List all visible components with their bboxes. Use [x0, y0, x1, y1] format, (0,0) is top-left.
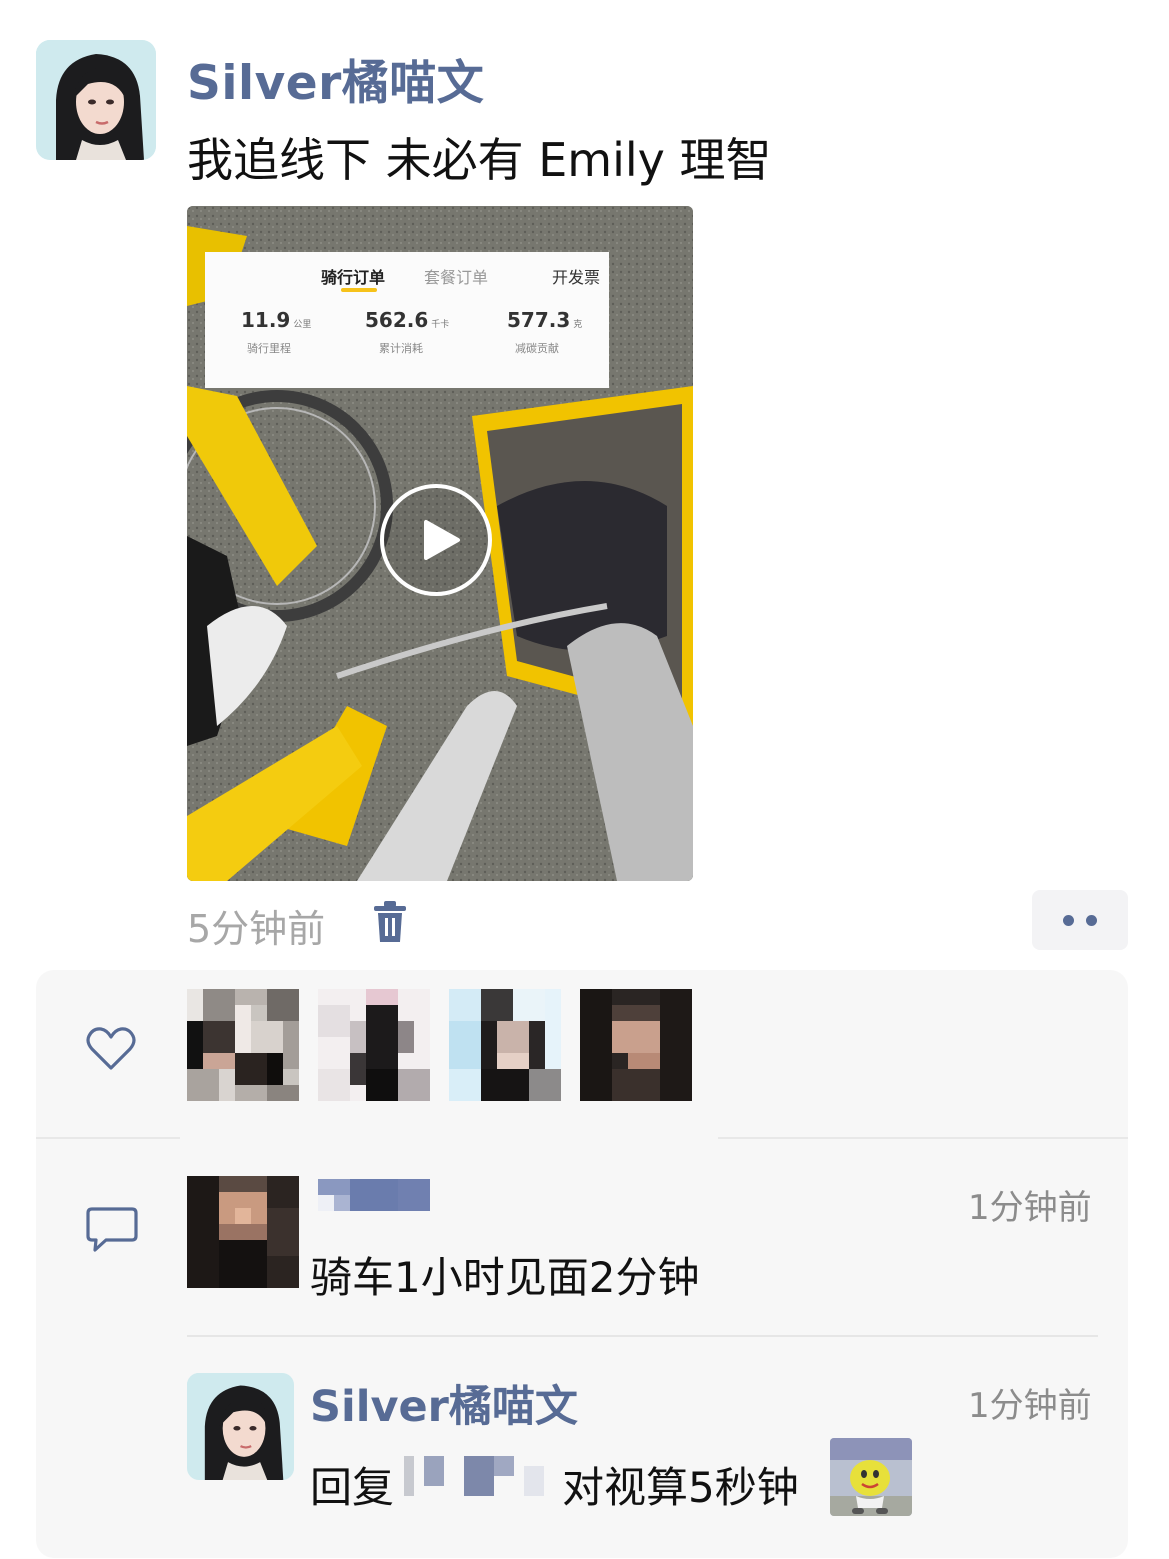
post-text: 我追线下 未必有 Emily 理智: [187, 133, 772, 187]
commenter-name-blurred[interactable]: [318, 1177, 430, 1213]
author-avatar[interactable]: [36, 40, 156, 160]
stat-carbon-value: 577.3 克: [507, 308, 583, 332]
reply-target-blurred[interactable]: [384, 1454, 564, 1498]
more-button[interactable]: [1032, 890, 1128, 950]
play-button[interactable]: [380, 484, 492, 596]
reply-prefix: 回复: [310, 1463, 395, 1512]
play-icon: [424, 520, 460, 560]
tab-invoice: 开发票: [552, 268, 601, 287]
tab-package-orders: 套餐订单: [424, 268, 489, 287]
comment-divider: [187, 1335, 1098, 1337]
likes-divider-gap: [180, 1137, 718, 1139]
comment-bubble-icon: [86, 1207, 138, 1252]
stat-distance-label: 骑行里程: [247, 342, 291, 355]
reply-author-name[interactable]: Silver橘喵文: [310, 1372, 578, 1434]
tab-ride-orders: 骑行订单: [321, 268, 386, 287]
author-name[interactable]: Silver橘喵文: [187, 44, 484, 113]
comment-text[interactable]: 骑车1小时见面2分钟: [310, 1244, 699, 1305]
stat-distance-value: 11.9 公里: [241, 308, 312, 332]
reply-text[interactable]: 对视算5秒钟: [562, 1454, 799, 1515]
stat-carbon-label: 减碳贡献: [515, 342, 559, 355]
video-thumbnail[interactable]: 骑行订单 套餐订单 开发票 11.9 公里 骑行里程 562.6 千卡 累计消耗 5…: [187, 206, 693, 881]
more-dots-icon: [1063, 915, 1074, 926]
stat-calories-label: 累计消耗: [379, 342, 423, 355]
stat-calories-value: 562.6 千卡: [365, 308, 450, 332]
liker-avatar-3[interactable]: [449, 989, 561, 1101]
tab-underline: [341, 288, 377, 292]
liker-avatar-2[interactable]: [318, 989, 430, 1101]
trash-icon[interactable]: [372, 900, 408, 944]
liker-avatar-4[interactable]: [580, 989, 692, 1101]
more-dots-icon-2: [1086, 915, 1097, 926]
post-time: 5分钟前: [187, 907, 326, 951]
commenter-avatar[interactable]: [187, 1176, 299, 1288]
reply-time: 1分钟前: [968, 1386, 1092, 1426]
reply-author-avatar[interactable]: [187, 1373, 294, 1480]
ride-stats-card: 骑行订单 套餐订单 开发票 11.9 公里 骑行里程 562.6 千卡 累计消耗 5…: [205, 252, 609, 388]
liker-avatar-1[interactable]: [187, 989, 299, 1101]
emoji-sticker: [830, 1438, 912, 1516]
heart-outline-icon: [86, 1027, 136, 1070]
interaction-panel: 1分钟前 骑车1小时见面2分钟 Silver橘喵文 1分钟前 回复 对视算5秒钟: [36, 970, 1128, 1558]
comment-time: 1分钟前: [968, 1188, 1092, 1228]
